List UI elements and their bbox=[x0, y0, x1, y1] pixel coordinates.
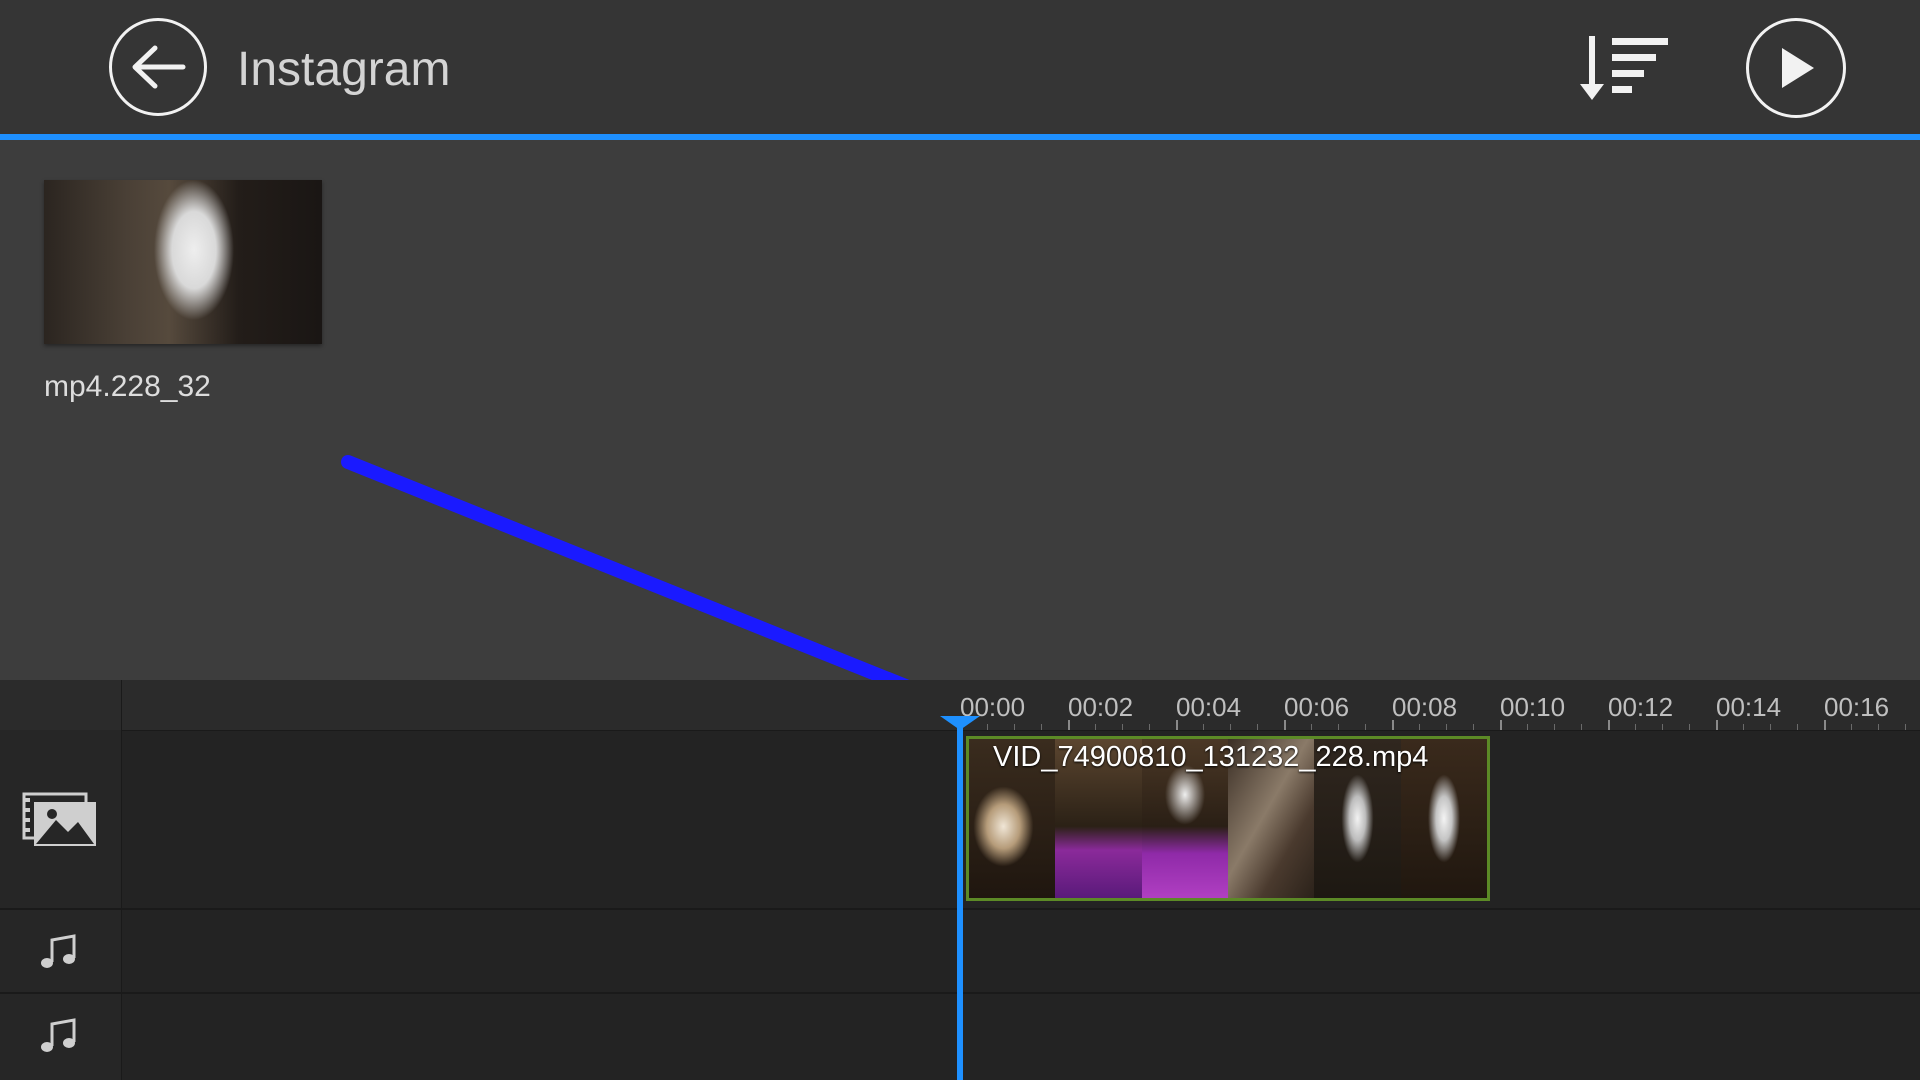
ruler-tick bbox=[1473, 724, 1474, 730]
sort-icon bbox=[1580, 36, 1668, 100]
ruler-tick bbox=[1554, 724, 1555, 730]
ruler-tick bbox=[1662, 724, 1663, 730]
ruler-tick bbox=[1257, 724, 1258, 730]
media-item-name: 32_228.mp4 bbox=[44, 370, 211, 403]
tick-label: 00:08 bbox=[1392, 692, 1458, 722]
ruler-tick bbox=[1230, 724, 1231, 730]
ruler-tick bbox=[1365, 724, 1366, 730]
ruler-tick bbox=[987, 724, 988, 730]
ruler-tick bbox=[1770, 724, 1771, 730]
ruler-tick bbox=[1284, 720, 1286, 730]
ruler-tick bbox=[1581, 724, 1582, 730]
ruler-tick bbox=[1392, 720, 1394, 730]
ruler-tick bbox=[1905, 724, 1906, 730]
ruler-tick bbox=[1338, 724, 1339, 730]
playhead[interactable] bbox=[957, 718, 963, 1080]
ruler-tick bbox=[1068, 720, 1070, 730]
tick-label: 00:14 bbox=[1716, 692, 1782, 722]
timeline: 00:00 00:02 00:04 00:06 00:08 00:10 00:1… bbox=[0, 680, 1920, 1080]
tick-label: 00:12 bbox=[1608, 692, 1674, 722]
ruler-tick bbox=[1149, 724, 1150, 730]
media-item[interactable]: 32_228.mp4 bbox=[44, 180, 322, 404]
ruler-tick bbox=[1446, 724, 1447, 730]
ruler-tick bbox=[1797, 724, 1798, 730]
page-title: Instagram bbox=[237, 43, 451, 96]
ruler-tick bbox=[1122, 724, 1123, 730]
video-image-track-icon[interactable] bbox=[22, 790, 98, 850]
media-thumbnail[interactable] bbox=[44, 180, 322, 344]
tick-label: 00:06 bbox=[1284, 692, 1350, 722]
ruler-corner bbox=[0, 680, 122, 730]
track-header-column bbox=[0, 680, 122, 1080]
ruler-tick bbox=[1743, 724, 1744, 730]
ruler-tick bbox=[1014, 724, 1015, 730]
ruler-tick bbox=[1041, 724, 1042, 730]
tick-label: 00:16 bbox=[1824, 692, 1890, 722]
ruler-tick bbox=[1878, 724, 1879, 730]
ruler-tick bbox=[1824, 720, 1826, 730]
tick-label: 00:02 bbox=[1068, 692, 1134, 722]
music-note-icon[interactable] bbox=[36, 1014, 80, 1058]
play-icon bbox=[1782, 48, 1814, 88]
back-button[interactable] bbox=[109, 18, 207, 116]
top-bar: Instagram bbox=[0, 0, 1920, 134]
ruler-tick bbox=[1176, 720, 1178, 730]
tick-label: 00:04 bbox=[1176, 692, 1242, 722]
ruler-tick bbox=[1203, 724, 1204, 730]
clip-name: VID_74900810_131232_228.mp4 bbox=[993, 741, 1429, 773]
video-clip[interactable]: VID_74900810_131232_228.mp4 bbox=[966, 736, 1490, 901]
ruler-tick bbox=[1851, 724, 1852, 730]
ruler-tick bbox=[1608, 720, 1610, 730]
ruler-tick bbox=[1716, 720, 1718, 730]
ruler-tick bbox=[1527, 724, 1528, 730]
arrow-left-icon bbox=[132, 45, 186, 89]
ruler-tick bbox=[1500, 720, 1502, 730]
media-library: 32_228.mp4 bbox=[0, 140, 1920, 766]
ruler-tick bbox=[1311, 724, 1312, 730]
music-note-icon[interactable] bbox=[36, 930, 80, 974]
ruler-tick bbox=[1635, 724, 1636, 730]
ruler-tick bbox=[1419, 724, 1420, 730]
play-button[interactable] bbox=[1746, 18, 1846, 118]
sort-button[interactable] bbox=[1578, 34, 1670, 104]
ruler-tick bbox=[1095, 724, 1096, 730]
ruler-tick bbox=[1689, 724, 1690, 730]
tick-label: 00:10 bbox=[1500, 692, 1566, 722]
